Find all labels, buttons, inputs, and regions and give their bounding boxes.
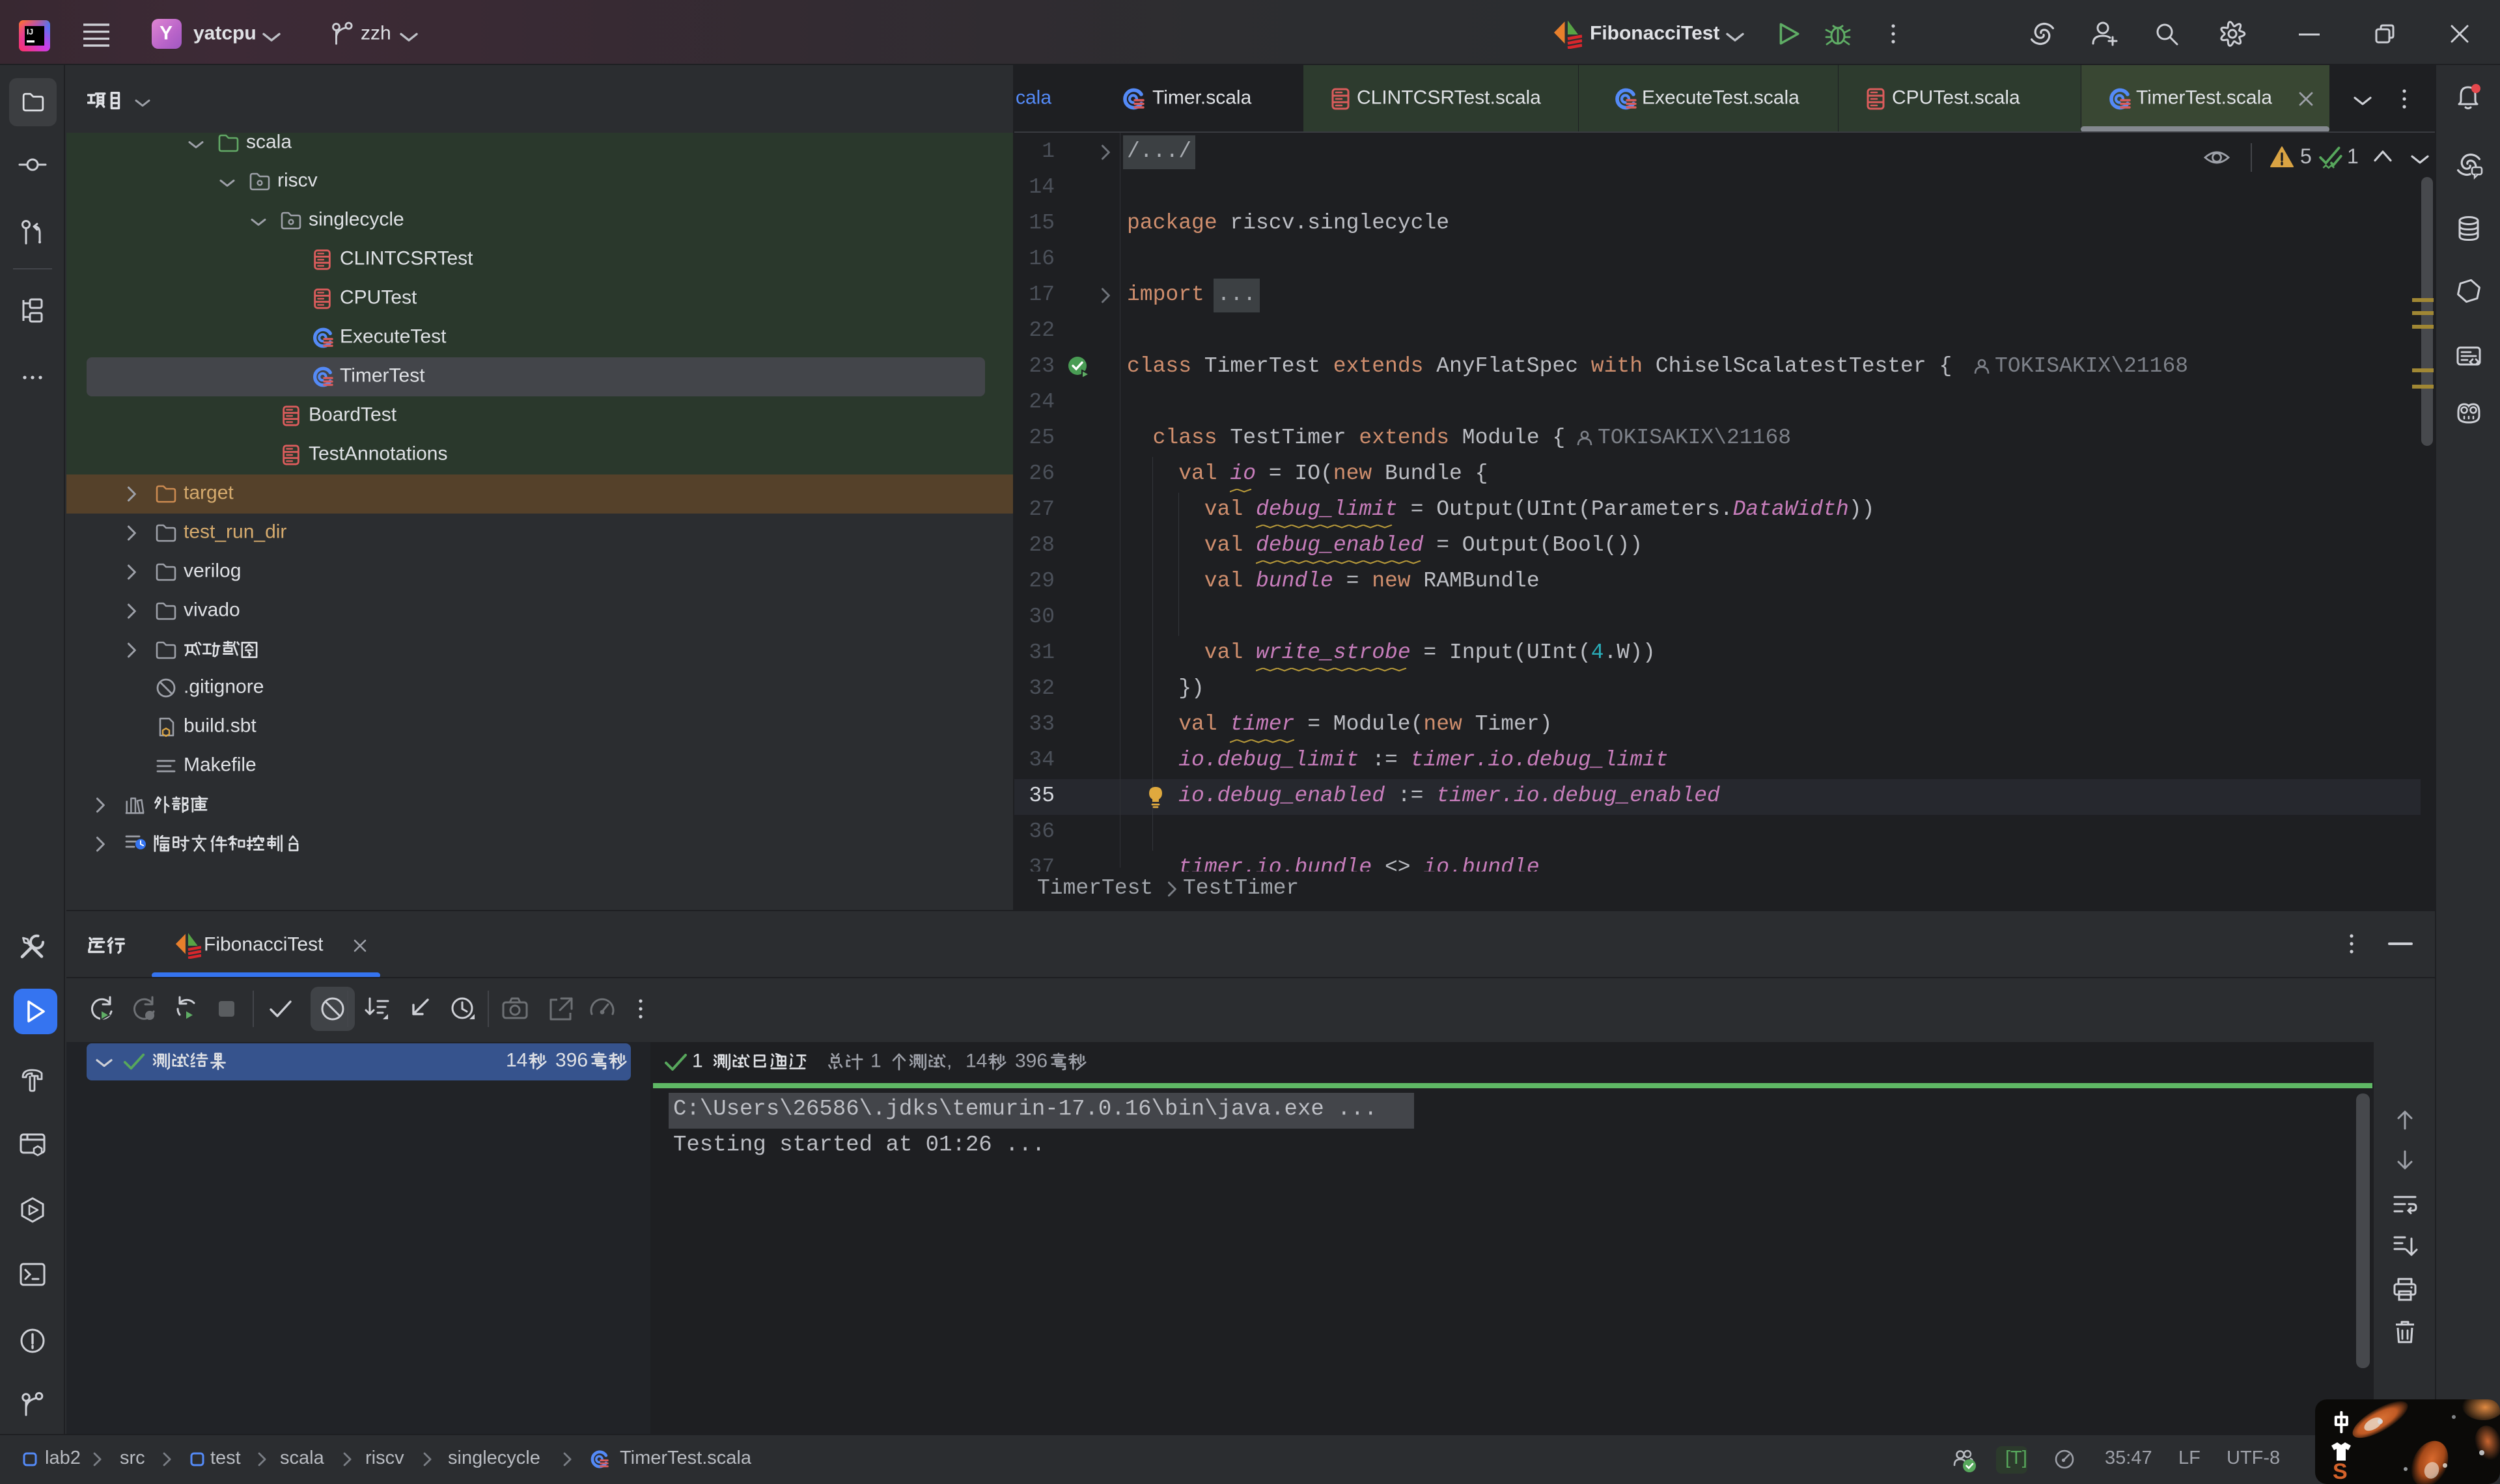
svg-text:IJ: IJ bbox=[27, 27, 33, 36]
